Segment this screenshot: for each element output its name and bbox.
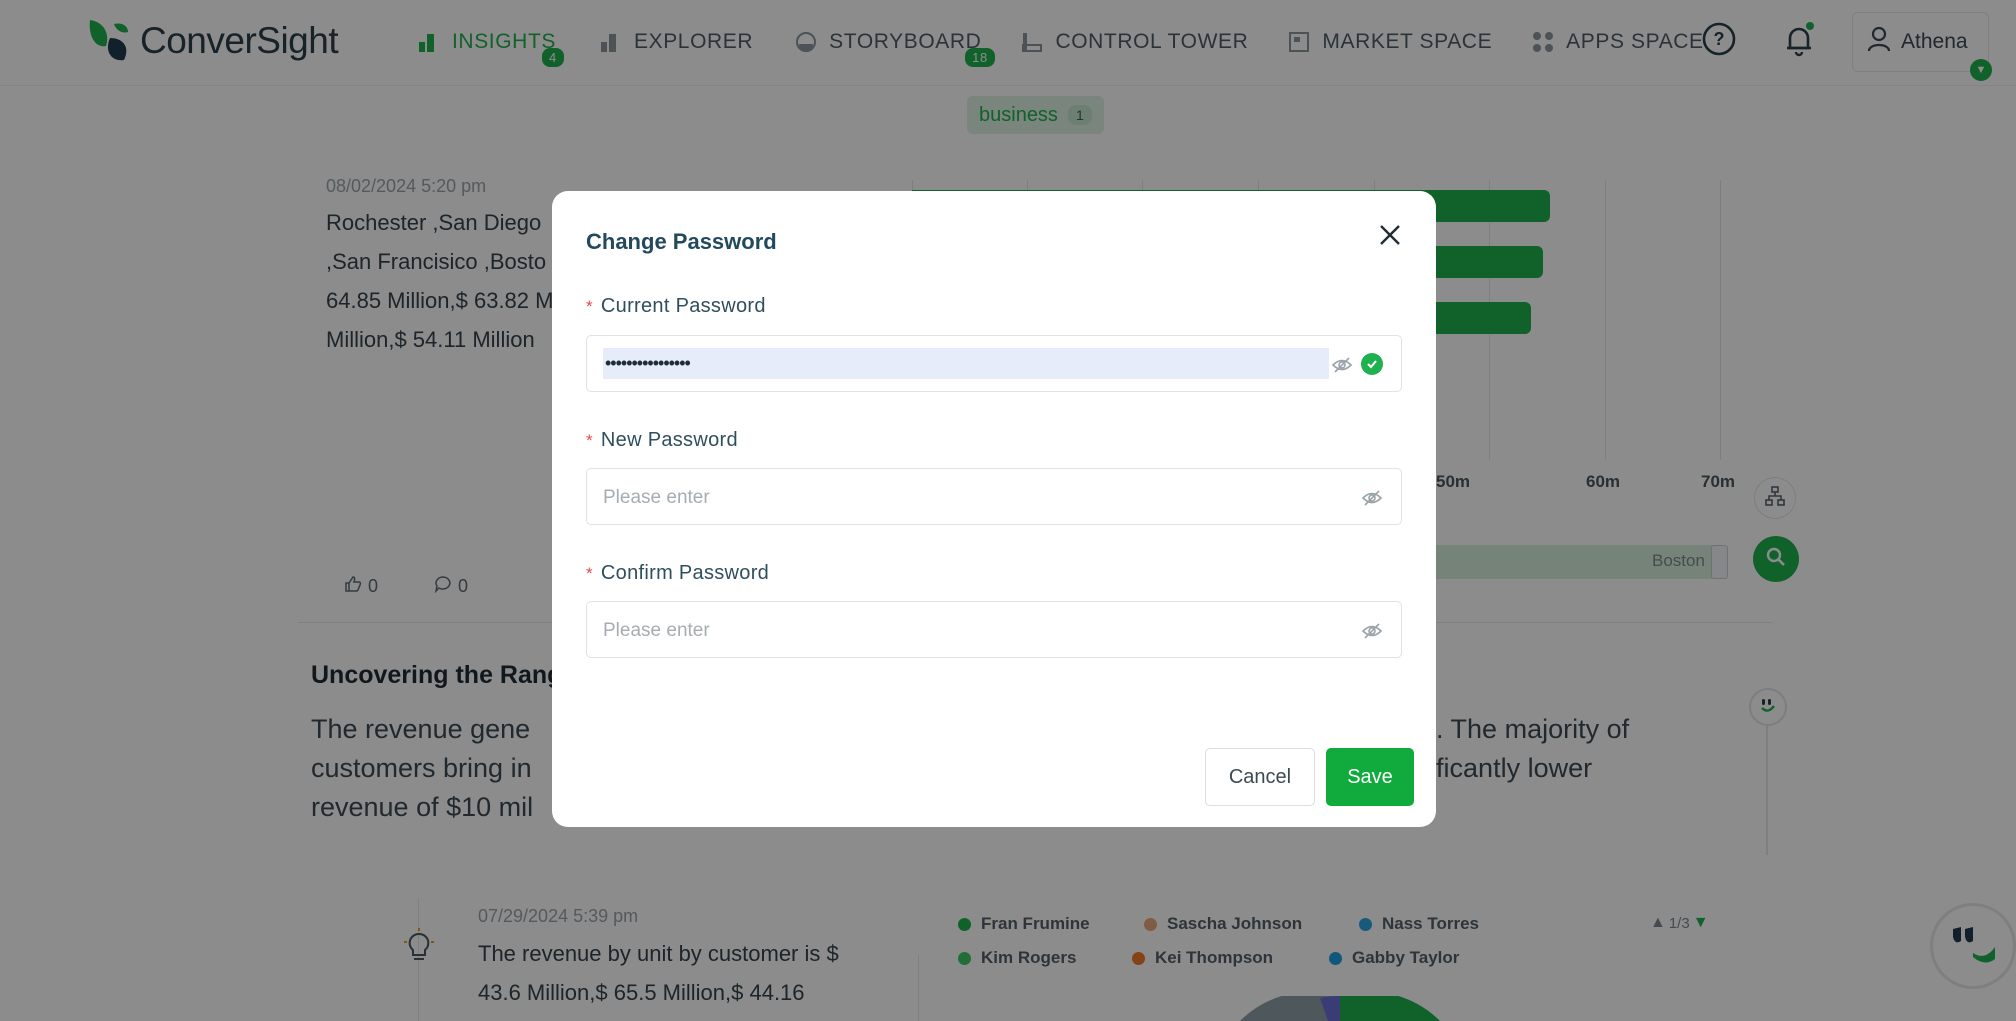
save-button[interactable]: Save [1326, 748, 1414, 806]
confirm-password-label-text: Confirm Password [600, 562, 770, 584]
current-password-field[interactable]: •••••••••••••••• [586, 335, 1402, 392]
current-password-value: •••••••••••••••• [603, 348, 1329, 379]
new-password-label: * New Password [586, 429, 738, 452]
required-asterisk: * [586, 564, 593, 583]
current-password-label: * Current Password [586, 295, 766, 318]
change-password-dialog: Change Password * Current Password ••••••… [552, 191, 1436, 827]
required-asterisk: * [586, 431, 593, 450]
new-password-field[interactable]: Please enter [586, 468, 1402, 525]
current-password-label-text: Current Password [600, 295, 766, 317]
hide-password-icon[interactable] [1361, 487, 1383, 509]
close-dialog-button[interactable] [1372, 219, 1408, 255]
close-icon [1379, 224, 1401, 251]
hide-password-icon[interactable] [1361, 620, 1383, 642]
dialog-title: Change Password [586, 229, 777, 254]
new-password-label-text: New Password [600, 429, 738, 451]
new-password-placeholder: Please enter [603, 487, 710, 508]
confirm-password-field[interactable]: Please enter [586, 601, 1402, 658]
required-asterisk: * [586, 297, 593, 316]
valid-check-icon [1361, 353, 1383, 375]
confirm-password-placeholder: Please enter [603, 620, 710, 641]
hide-password-icon[interactable] [1331, 354, 1353, 376]
cancel-button[interactable]: Cancel [1205, 748, 1315, 806]
confirm-password-label: * Confirm Password [586, 562, 769, 585]
